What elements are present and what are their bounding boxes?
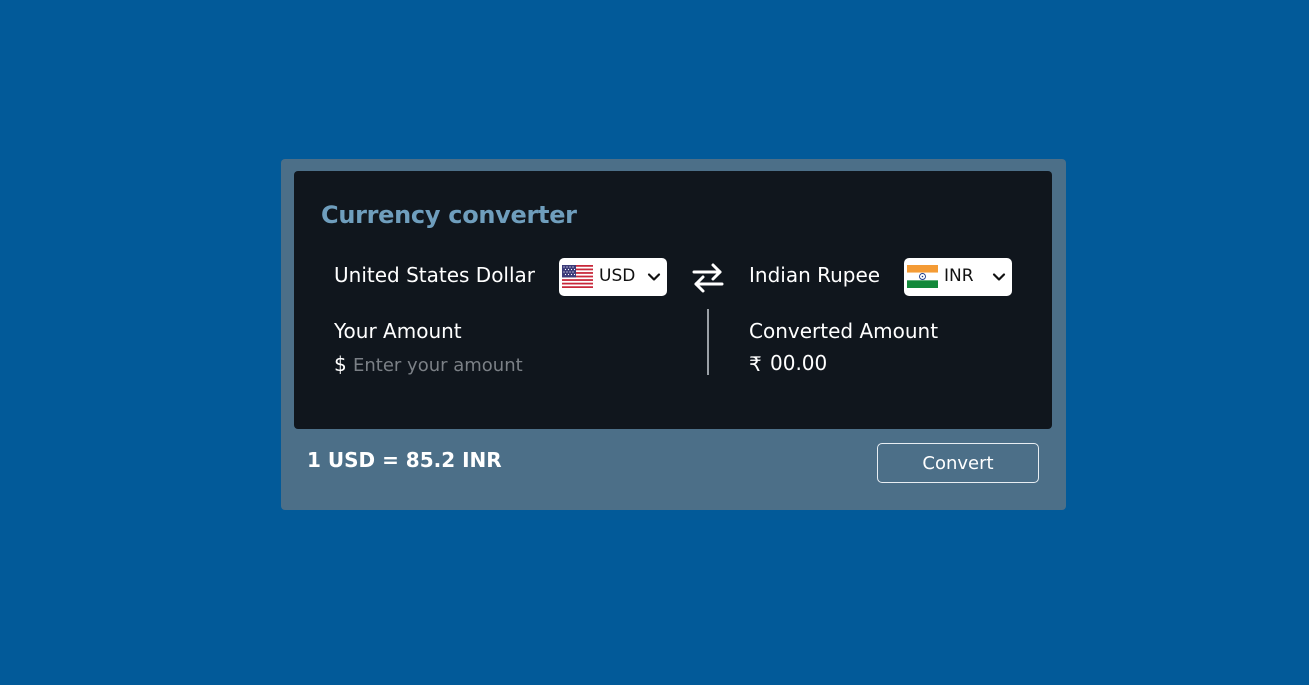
from-currency-code: USD	[599, 266, 636, 286]
converter-card: Currency converter United States Dollar	[281, 159, 1066, 510]
amount-input[interactable]	[353, 351, 603, 379]
to-currency-select[interactable]: INR	[904, 258, 1012, 296]
us-flag-icon	[562, 265, 593, 288]
converted-amount-label: Converted Amount	[749, 319, 939, 343]
converted-amount-value: 00.00	[770, 351, 828, 375]
dollar-symbol: $	[334, 352, 347, 376]
from-currency-name: United States Dollar	[334, 263, 536, 287]
from-currency-select[interactable]: USD	[559, 258, 667, 296]
to-currency-name: Indian Rupee	[749, 263, 881, 287]
to-currency-code: INR	[944, 266, 974, 286]
india-flag-icon	[907, 265, 938, 288]
exchange-rate-text: 1 USD = 85.2 INR	[307, 448, 502, 472]
app-title: Currency converter	[321, 201, 577, 229]
convert-button[interactable]: Convert	[877, 443, 1039, 483]
rupee-symbol: ₹	[749, 352, 762, 376]
chevron-down-icon	[992, 269, 1006, 288]
swap-arrows-icon[interactable]	[691, 261, 725, 299]
divider	[707, 309, 709, 375]
chevron-down-icon	[647, 269, 661, 288]
your-amount-label: Your Amount	[334, 319, 462, 343]
converter-panel: Currency converter United States Dollar	[294, 171, 1052, 429]
